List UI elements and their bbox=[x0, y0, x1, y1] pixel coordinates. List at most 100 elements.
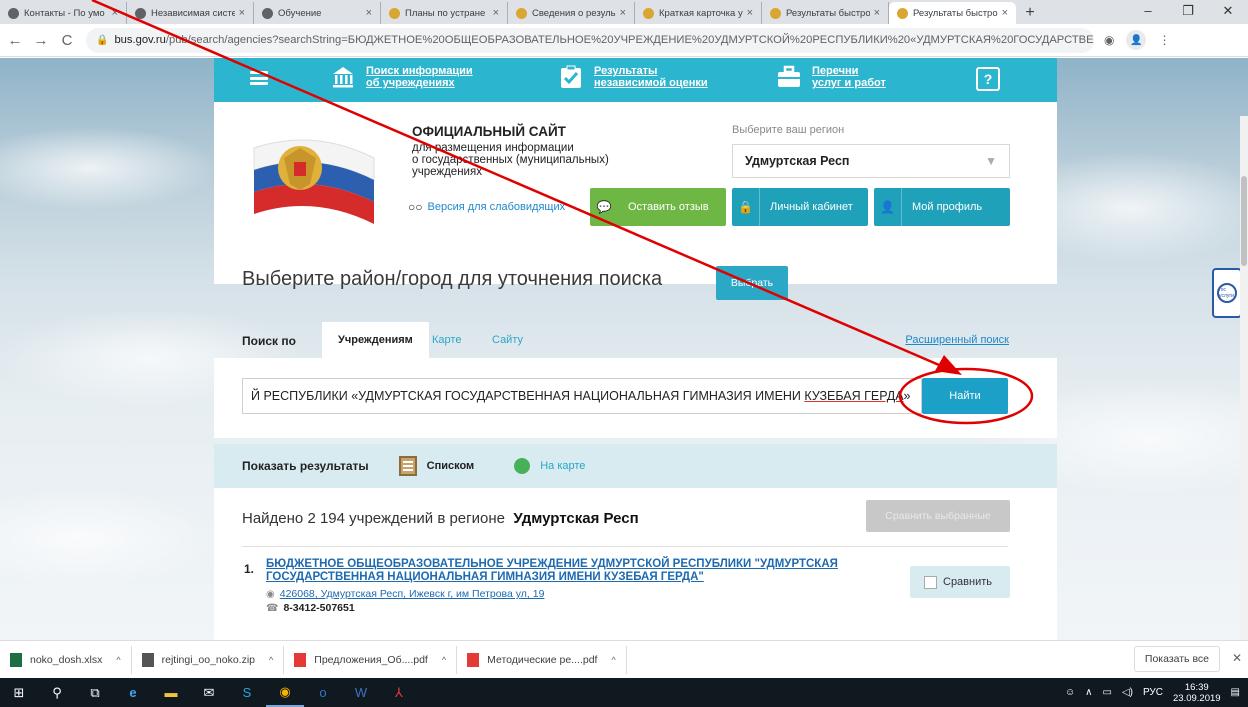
browser-tab[interactable]: Краткая карточка у × bbox=[635, 2, 762, 24]
browser-tab[interactable]: Сведения о резуль × bbox=[508, 2, 635, 24]
compare-checkbox-button[interactable]: Сравнить bbox=[910, 566, 1010, 598]
download-item[interactable]: rejtingi_oo_noko.zip ^ bbox=[132, 645, 285, 674]
outlook-icon[interactable]: o bbox=[304, 678, 342, 707]
map-pin-icon bbox=[514, 458, 531, 474]
extension-icon[interactable]: ◉ bbox=[1104, 33, 1114, 47]
chrome-icon[interactable]: ◉ bbox=[266, 678, 304, 707]
forward-button[interactable]: → bbox=[30, 32, 52, 49]
browser-tab-label: Планы по устране bbox=[405, 7, 486, 19]
search-input[interactable]: Й РЕСПУБЛИКИ «УДМУРТСКАЯ ГОСУДАРСТВЕННАЯ… bbox=[242, 378, 922, 414]
gosuslugi-badge[interactable]: гос услуги bbox=[1212, 268, 1242, 318]
chevron-up-icon[interactable]: ^ bbox=[611, 655, 615, 665]
download-item[interactable]: Методические ре....pdf ^ bbox=[457, 645, 627, 674]
back-button[interactable]: ← bbox=[4, 32, 26, 49]
find-button[interactable]: Найти bbox=[922, 378, 1008, 414]
page-scrollbar[interactable] bbox=[1240, 116, 1248, 640]
nav-independent-results[interactable]: Результаты независимой оценки bbox=[558, 64, 708, 90]
nav-search-info-label: Поиск информации об учреждениях bbox=[366, 65, 473, 89]
browser-tab[interactable]: Независимая систе × bbox=[127, 2, 254, 24]
acrobat-icon[interactable]: ⅄ bbox=[380, 678, 418, 707]
chevron-up-icon[interactable]: ^ bbox=[269, 655, 273, 665]
institution-building-icon bbox=[330, 64, 356, 90]
close-tab-icon[interactable]: × bbox=[747, 7, 753, 19]
hamburger-menu-icon[interactable] bbox=[250, 71, 268, 85]
my-profile-button[interactable]: 👤 Мой профиль bbox=[874, 188, 1010, 226]
windows-start-icon[interactable]: ⊞ bbox=[0, 678, 38, 707]
profile-avatar-icon[interactable]: 👤 bbox=[1126, 30, 1147, 50]
file-explorer-icon[interactable]: ▬ bbox=[152, 678, 190, 707]
browser-tab[interactable]: Результаты быстро × bbox=[762, 2, 889, 24]
close-tab-icon[interactable]: × bbox=[874, 7, 880, 19]
low-vision-link[interactable]: ○○ Версия для слабовидящих bbox=[408, 200, 565, 214]
word-icon[interactable]: W bbox=[342, 678, 380, 707]
browser-tab-label: Обучение bbox=[278, 7, 322, 19]
download-filename: noko_dosh.xlsx bbox=[30, 653, 103, 666]
task-view-icon[interactable]: ⧉ bbox=[76, 678, 114, 707]
advanced-search-link[interactable]: Расширенный поиск bbox=[905, 334, 1009, 346]
close-window-button[interactable]: ✕ bbox=[1208, 0, 1248, 24]
close-tab-icon[interactable]: × bbox=[620, 7, 626, 19]
network-icon[interactable]: ▭ bbox=[1102, 687, 1111, 698]
view-list-button[interactable]: Списком bbox=[398, 456, 474, 476]
browser-tab[interactable]: Планы по устране × bbox=[381, 2, 508, 24]
browser-tab-label: Сведения о резуль bbox=[532, 7, 616, 19]
results-view-bar: Показать результаты Списком На карте bbox=[214, 444, 1057, 488]
people-icon[interactable]: ☺ bbox=[1065, 687, 1075, 698]
chevron-up-icon[interactable]: ^ bbox=[116, 655, 120, 665]
minimize-button[interactable]: – bbox=[1128, 0, 1168, 24]
close-tab-icon[interactable]: × bbox=[493, 7, 499, 19]
excel-file-icon bbox=[10, 652, 22, 667]
new-tab-button[interactable]: + bbox=[1016, 2, 1044, 24]
skype-icon[interactable]: S bbox=[228, 678, 266, 707]
browser-tab[interactable]: Контакты - По умо × bbox=[0, 2, 127, 24]
reload-button[interactable]: C bbox=[56, 32, 78, 49]
help-icon[interactable]: ? bbox=[976, 67, 1000, 91]
browser-tab[interactable]: Обучение × bbox=[254, 2, 381, 24]
glasses-icon: ○○ bbox=[408, 200, 423, 214]
url-input[interactable]: 🔒 bus.gov.ru/pub/search/agencies?searchS… bbox=[86, 27, 1094, 53]
tab-institutions[interactable]: Учреждениям bbox=[322, 322, 429, 358]
tray-chevron-icon[interactable]: ∧ bbox=[1085, 687, 1092, 698]
mail-icon[interactable]: ✉ bbox=[190, 678, 228, 707]
close-downloads-icon[interactable]: ✕ bbox=[1232, 651, 1242, 665]
globe-icon bbox=[8, 7, 19, 19]
compare-selected-button[interactable]: Сравнить выбранные bbox=[866, 500, 1010, 532]
downloads-bar: noko_dosh.xlsx ^ rejtingi_oo_noko.zip ^ Пред… bbox=[0, 640, 1248, 678]
scrollbar-thumb[interactable] bbox=[1241, 176, 1247, 266]
close-tab-icon[interactable]: × bbox=[112, 7, 118, 19]
tab-site[interactable]: Сайту bbox=[476, 322, 539, 358]
download-item[interactable]: noko_dosh.xlsx ^ bbox=[0, 645, 132, 674]
clock[interactable]: 16:39 23.09.2019 bbox=[1173, 682, 1221, 704]
nav-services-list[interactable]: Перечни услуг и работ bbox=[776, 64, 886, 90]
chevron-up-icon[interactable]: ^ bbox=[442, 655, 446, 665]
browser-tab-label: Результаты быстро bbox=[913, 7, 998, 19]
item-name-link[interactable]: БЮДЖЕТНОЕ ОБЩЕОБРАЗОВАТЕЛЬНОЕ УЧРЕЖДЕНИЕ… bbox=[266, 558, 906, 584]
zip-file-icon bbox=[141, 652, 154, 667]
notifications-icon[interactable]: ▤ bbox=[1231, 687, 1240, 698]
close-tab-icon[interactable]: × bbox=[1002, 7, 1008, 19]
district-title: Выберите район/город для уточнения поиск… bbox=[242, 268, 663, 290]
search-icon[interactable]: ⚲ bbox=[38, 678, 76, 707]
region-select[interactable]: Удмуртская Респ ▼ bbox=[732, 144, 1010, 178]
tab-map[interactable]: Карте bbox=[416, 322, 477, 358]
download-filename: Методические ре....pdf bbox=[487, 653, 598, 666]
menu-kebab-icon[interactable]: ⋮ bbox=[1158, 33, 1170, 47]
nav-search-info[interactable]: Поиск информации об учреждениях bbox=[330, 64, 473, 90]
personal-cabinet-button[interactable]: 🔒 Личный кабинет bbox=[732, 188, 868, 226]
item-address-link[interactable]: ◉ 426068, Удмуртская Респ, Ижевск г, им П… bbox=[266, 588, 544, 600]
close-tab-icon[interactable]: × bbox=[366, 7, 372, 19]
close-tab-icon[interactable]: × bbox=[239, 7, 245, 19]
input-language[interactable]: РУС bbox=[1143, 687, 1163, 698]
volume-icon[interactable]: ◁) bbox=[1122, 687, 1133, 698]
internet-explorer-icon[interactable]: e bbox=[114, 678, 152, 707]
checkbox[interactable] bbox=[924, 575, 937, 589]
maximize-button[interactable]: ❐ bbox=[1168, 0, 1208, 24]
download-item[interactable]: Предложения_Об....pdf ^ bbox=[284, 645, 458, 674]
choose-district-button[interactable]: Выбрать bbox=[716, 266, 788, 300]
show-all-downloads-button[interactable]: Показать все bbox=[1133, 646, 1220, 672]
browser-tab[interactable]: Результаты быстро × bbox=[889, 2, 1016, 24]
leave-feedback-button[interactable]: 💬 Оставить отзыв bbox=[590, 188, 726, 226]
view-map-button[interactable]: На карте bbox=[514, 458, 585, 474]
emblem-icon bbox=[516, 7, 527, 19]
search-by-label: Поиск по bbox=[242, 334, 296, 348]
